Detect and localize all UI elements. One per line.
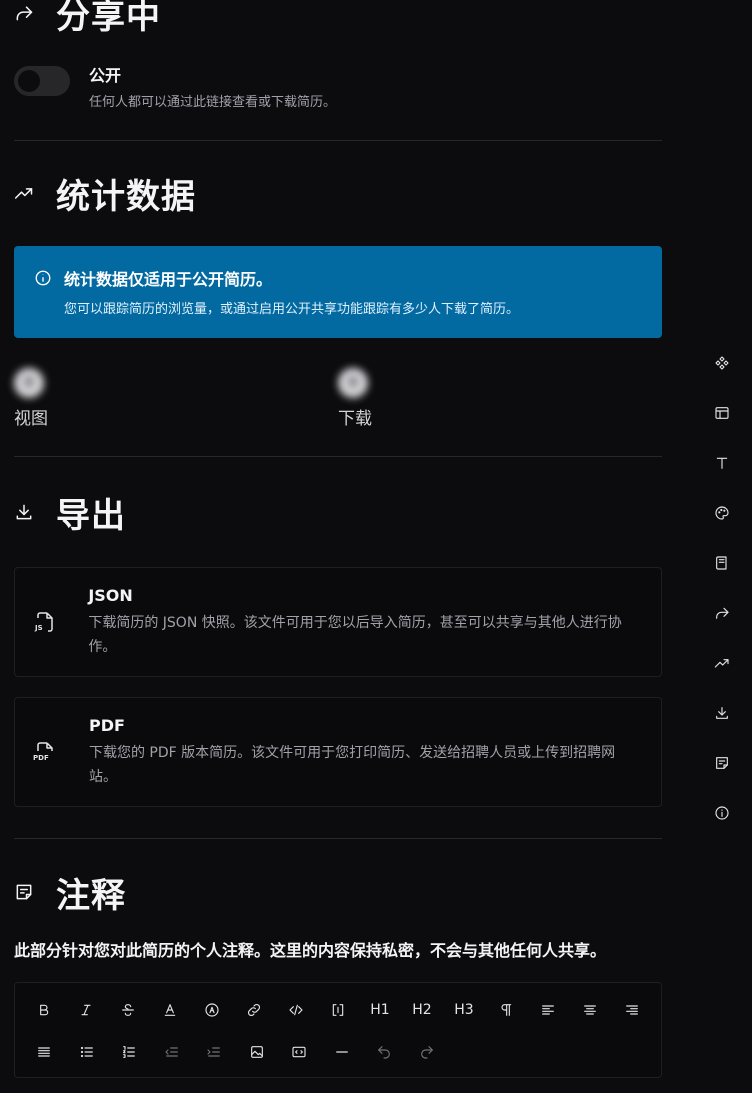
- rail-statistics[interactable]: [700, 640, 744, 690]
- note-icon: [714, 755, 730, 775]
- main-panel: 分享中 公开 任何人都可以通过此链接查看或下载简历。 统计数据 统计数据仅适用于…: [14, 0, 662, 1078]
- highlight-button[interactable]: [191, 1002, 233, 1018]
- diamonds-icon: [714, 355, 730, 375]
- editor-toolbar: H1 H2 H3: [14, 982, 662, 1078]
- alert-title: 统计数据仅适用于公开简历。: [64, 270, 273, 289]
- ordered-list-button[interactable]: [108, 1044, 151, 1060]
- rail-theme[interactable]: [700, 490, 744, 540]
- rail-sharing[interactable]: [700, 590, 744, 640]
- svg-text:JS: JS: [34, 624, 43, 632]
- align-right-button[interactable]: [611, 1002, 653, 1018]
- align-left-button[interactable]: [527, 1002, 569, 1018]
- link-button[interactable]: [233, 1002, 275, 1018]
- rail-typography[interactable]: [700, 440, 744, 490]
- share-arrow-icon: [14, 3, 56, 23]
- book-icon: [714, 555, 730, 575]
- notes-header: 注释: [14, 867, 662, 917]
- svg-text:PDF: PDF: [33, 754, 49, 762]
- notes-description: 此部分针对您对此简历的个人注释。这里的内容保持私密，不会与其他任何人共享。: [14, 941, 607, 960]
- share-arrow-icon: [714, 605, 730, 625]
- views-value: 0: [14, 368, 44, 398]
- rail-templates[interactable]: [700, 340, 744, 390]
- sharing-header: 分享中: [14, 0, 662, 37]
- trending-up-icon: [14, 183, 56, 203]
- pdf-title: PDF: [88, 715, 125, 735]
- downloads-stat: 0 下载: [338, 368, 372, 429]
- align-center-button[interactable]: [569, 1002, 611, 1018]
- stats-row: 0 视图 0 下载: [14, 368, 662, 429]
- code-button[interactable]: [275, 1002, 317, 1018]
- downloads-value: 0: [338, 368, 368, 398]
- indent-button[interactable]: [193, 1044, 236, 1060]
- type-icon: [714, 455, 730, 475]
- rail-export[interactable]: [700, 690, 744, 740]
- info-icon: [714, 805, 730, 825]
- embed-button[interactable]: [278, 1044, 321, 1060]
- image-button[interactable]: [236, 1044, 279, 1060]
- public-setting: 公开 任何人都可以通过此链接查看或下载简历。: [14, 62, 662, 110]
- export-json-card[interactable]: JS JSON 下载简历的 JSON 快照。该文件可用于您以后导入简历，甚至可以…: [14, 567, 662, 677]
- text-color-button[interactable]: [149, 1002, 191, 1018]
- horizontal-rule-button[interactable]: [321, 1044, 364, 1060]
- heading2-button[interactable]: H2: [401, 1002, 443, 1018]
- public-toggle[interactable]: [14, 66, 70, 96]
- rail-layout[interactable]: [700, 390, 744, 440]
- undo-button[interactable]: [363, 1044, 406, 1060]
- layout-icon: [714, 405, 730, 425]
- json-title: JSON: [88, 585, 133, 605]
- views-label: 视图: [14, 409, 48, 429]
- sharing-title: 分享中: [56, 0, 161, 37]
- rail-page[interactable]: [700, 540, 744, 590]
- notes-title: 注释: [56, 875, 126, 916]
- toolbar-row: H1 H2 H3: [23, 989, 653, 1031]
- code-block-button[interactable]: [317, 1002, 359, 1018]
- outdent-button[interactable]: [151, 1044, 194, 1060]
- alert-description: 您可以跟踪简历的浏览量，或通过启用公开共享功能跟踪有多少人下载了简历。: [64, 302, 520, 317]
- paragraph-button[interactable]: [485, 1002, 527, 1018]
- align-justify-button[interactable]: [23, 1044, 66, 1060]
- download-icon: [14, 502, 56, 522]
- divider: [14, 838, 662, 839]
- toolbar-row: [23, 1031, 653, 1073]
- divider: [14, 456, 662, 457]
- heading1-button[interactable]: H1: [359, 1002, 401, 1018]
- italic-button[interactable]: [65, 1002, 107, 1018]
- rail-information[interactable]: [700, 790, 744, 840]
- rail-notes[interactable]: [700, 740, 744, 790]
- json-file-icon: JS: [33, 610, 88, 634]
- export-header: 导出: [14, 487, 662, 537]
- heading3-button[interactable]: H3: [443, 1002, 485, 1018]
- bullet-list-button[interactable]: [66, 1044, 109, 1060]
- download-icon: [714, 705, 730, 725]
- bold-button[interactable]: [23, 1002, 65, 1018]
- downloads-label: 下载: [338, 409, 372, 429]
- pdf-file-icon: PDF: [33, 740, 89, 764]
- export-title: 导出: [56, 495, 126, 536]
- views-stat: 0 视图: [14, 368, 338, 429]
- palette-icon: [714, 505, 730, 525]
- pdf-description: 下载您的 PDF 版本简历。该文件可用于您打印简历、发送给招聘人员或上传到招聘网…: [88, 744, 616, 785]
- toggle-knob: [18, 70, 40, 92]
- info-icon: [34, 269, 52, 318]
- statistics-title: 统计数据: [56, 176, 196, 217]
- public-description: 任何人都可以通过此链接查看或下载简历。: [89, 95, 337, 110]
- right-sidebar: [700, 340, 744, 840]
- public-label: 公开: [89, 66, 122, 85]
- note-icon: [14, 882, 56, 902]
- export-pdf-card[interactable]: PDF PDF 下载您的 PDF 版本简历。该文件可用于您打印简历、发送给招聘人…: [14, 697, 662, 807]
- strikethrough-button[interactable]: [107, 1002, 149, 1018]
- statistics-header: 统计数据: [14, 168, 662, 218]
- redo-button[interactable]: [406, 1044, 449, 1060]
- divider: [14, 140, 662, 141]
- statistics-alert: 统计数据仅适用于公开简历。 您可以跟踪简历的浏览量，或通过启用公开共享功能跟踪有…: [14, 246, 662, 338]
- trending-up-icon: [714, 655, 730, 675]
- json-description: 下载简历的 JSON 快照。该文件可用于您以后导入简历，甚至可以共享与其他人进行…: [88, 614, 622, 655]
